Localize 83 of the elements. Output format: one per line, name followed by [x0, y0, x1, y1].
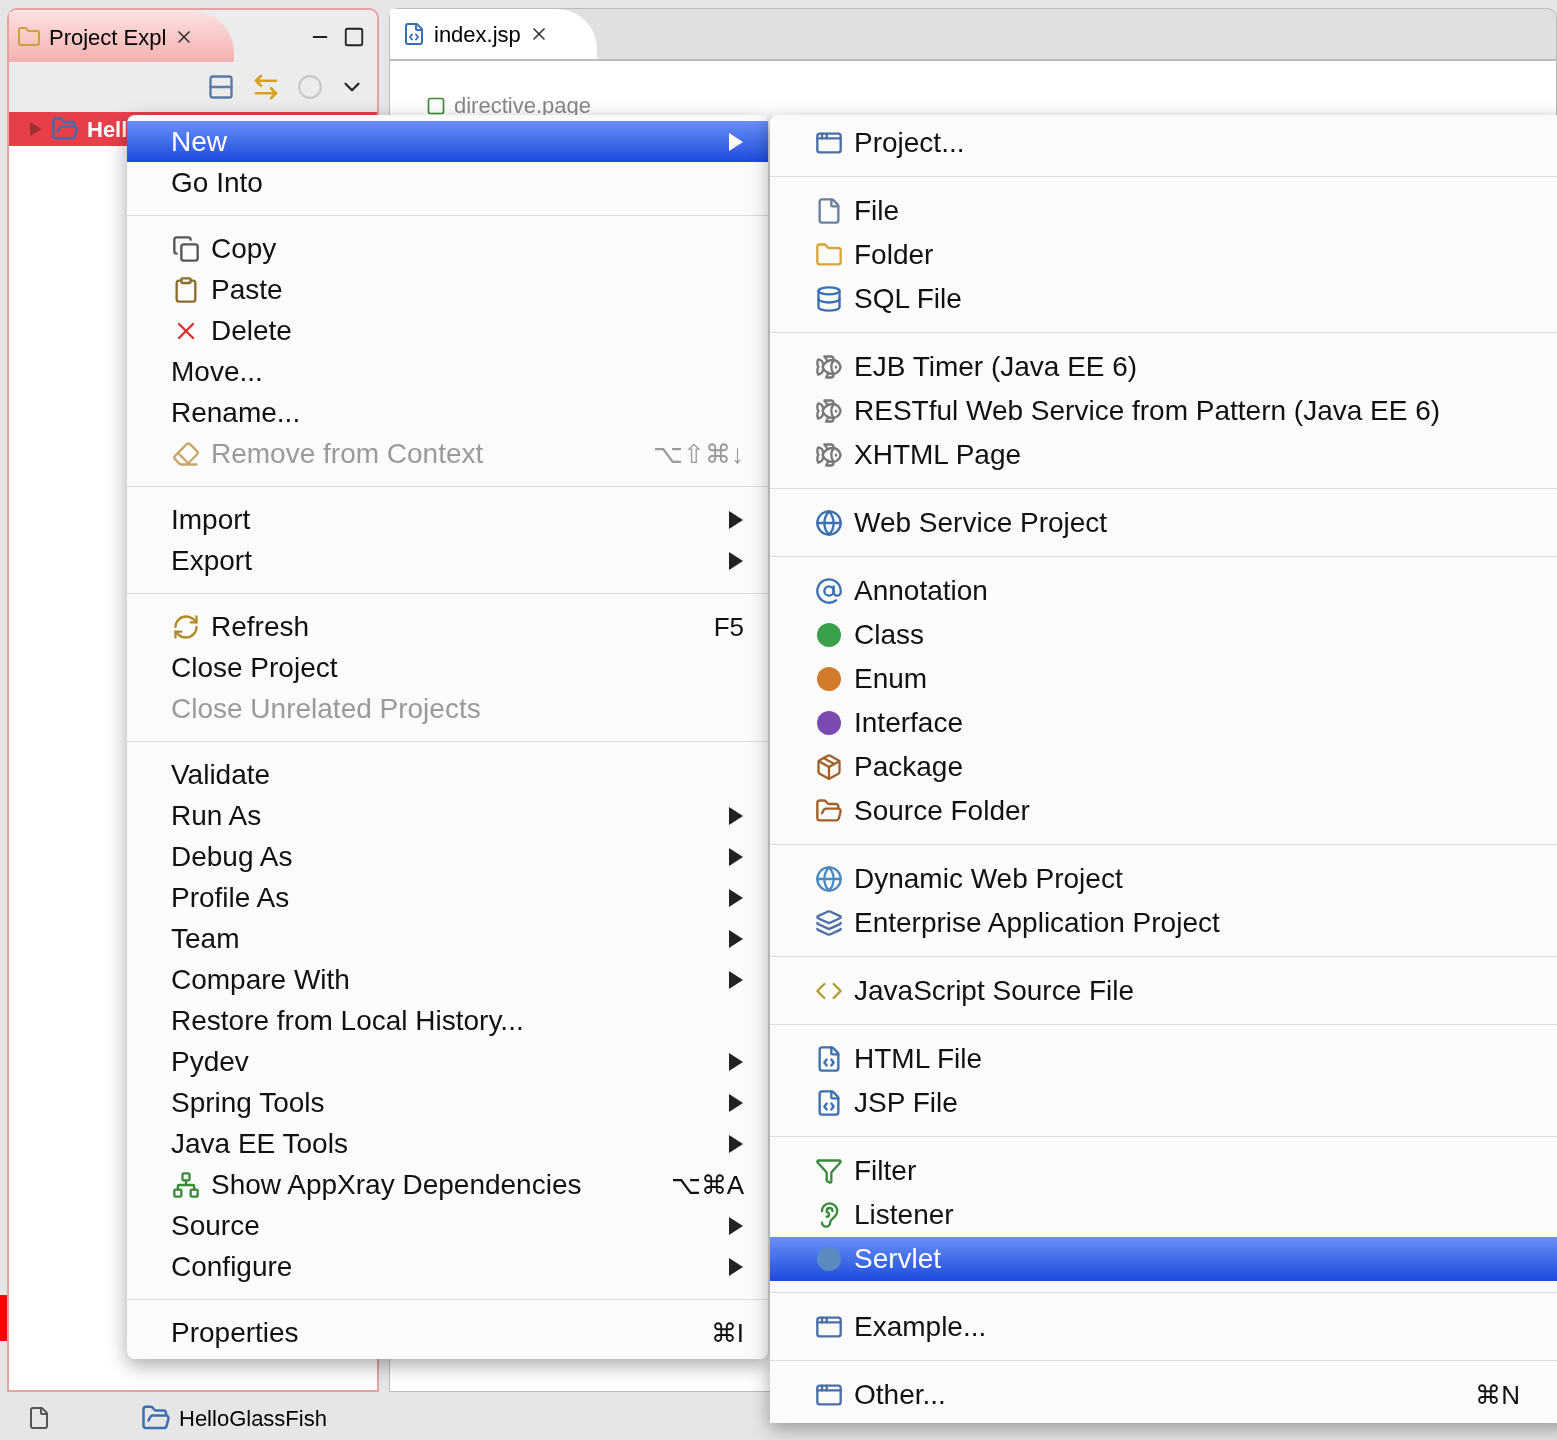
menu-item[interactable]: Listener: [770, 1193, 1557, 1237]
menu-item[interactable]: Rename...: [127, 392, 768, 433]
globe-icon: [815, 509, 843, 537]
menu-item[interactable]: Other... ⌘N: [770, 1373, 1557, 1417]
menu-item[interactable]: Example...: [770, 1305, 1557, 1349]
menu-item[interactable]: Debug As: [127, 836, 768, 877]
node-icon: [426, 95, 446, 116]
circle-icon: [814, 620, 844, 650]
menu-item[interactable]: Go Into: [127, 162, 768, 203]
menu-item[interactable]: Properties ⌘I: [127, 1312, 768, 1353]
globe-icon: [815, 865, 843, 893]
layers-icon: [815, 909, 843, 937]
view-tab[interactable]: Project Expl: [9, 12, 235, 62]
menu-item[interactable]: Move...: [127, 351, 768, 392]
menu-item[interactable]: Web Service Project: [770, 501, 1557, 545]
menu-item[interactable]: Pydev: [127, 1041, 768, 1082]
fish-icon: [815, 353, 843, 381]
menu-item[interactable]: Import: [127, 499, 768, 540]
menu-item[interactable]: Profile As: [127, 877, 768, 918]
menu-item[interactable]: SQL File: [770, 277, 1557, 321]
at-sign-icon: [815, 577, 843, 605]
menu-item[interactable]: File: [770, 189, 1557, 233]
shortcut-text: ⌥⌘A: [670, 1171, 744, 1198]
menu-item[interactable]: Java EE Tools: [127, 1123, 768, 1164]
circle-icon: [814, 708, 844, 738]
maximize-icon[interactable]: [343, 26, 365, 48]
menu-item[interactable]: Folder: [770, 233, 1557, 277]
menu-item[interactable]: XHTML Page: [770, 433, 1557, 477]
package-icon: [815, 753, 843, 781]
selection-edge: [0, 1295, 7, 1341]
database-icon: [815, 285, 843, 313]
eraser-icon: [172, 439, 200, 468]
file-icon: [27, 1406, 51, 1430]
menu-item[interactable]: Source Folder: [770, 789, 1557, 833]
file-icon: [402, 22, 426, 46]
menu-item[interactable]: New: [127, 121, 768, 162]
collapse-icon[interactable]: [207, 73, 235, 101]
menu-item[interactable]: RESTful Web Service from Pattern (Java EE 6): [770, 389, 1557, 433]
menu-item[interactable]: Project...: [770, 121, 1557, 165]
menu-item[interactable]: Servlet: [770, 1237, 1557, 1281]
menu-item[interactable]: Export: [127, 540, 768, 581]
shortcut-text: ⌘I: [710, 1319, 744, 1346]
outline-text: directive.page: [454, 92, 591, 120]
refresh-icon: [172, 612, 200, 641]
menu-item[interactable]: HTML File: [770, 1037, 1557, 1081]
circle-icon: [814, 664, 844, 694]
status-text: HelloGlassFish: [179, 1404, 327, 1433]
shortcut-text: ⌘N: [1475, 1382, 1520, 1408]
menu-item[interactable]: Configure: [127, 1246, 768, 1287]
menu-item[interactable]: Compare With: [127, 959, 768, 1000]
editor-tab[interactable]: index.jsp: [390, 9, 597, 59]
menu-item[interactable]: Filter: [770, 1149, 1557, 1193]
shortcut-text: F5: [713, 613, 744, 640]
menu-item[interactable]: Copy: [127, 228, 768, 269]
menu-item[interactable]: Interface: [770, 701, 1557, 745]
menu-item[interactable]: Source: [127, 1205, 768, 1246]
menu-item[interactable]: Dynamic Web Project: [770, 857, 1557, 901]
menu-item[interactable]: Package: [770, 745, 1557, 789]
copy-icon: [172, 234, 200, 263]
menu-item[interactable]: JSP File: [770, 1081, 1557, 1125]
menu-item[interactable]: Spring Tools: [127, 1082, 768, 1123]
menu-item[interactable]: Class: [770, 613, 1557, 657]
menu-item[interactable]: Team: [127, 918, 768, 959]
menu-item[interactable]: Enum: [770, 657, 1557, 701]
menu-item[interactable]: EJB Timer (Java EE 6): [770, 345, 1557, 389]
menu-item[interactable]: Show AppXray Dependencies ⌥⌘A: [127, 1164, 768, 1205]
circle-icon: [814, 1244, 844, 1274]
menu-item[interactable]: Validate: [127, 754, 768, 795]
menu-item[interactable]: Close Project: [127, 647, 768, 688]
menu-item[interactable]: Delete: [127, 310, 768, 351]
menu-item[interactable]: Refresh F5: [127, 606, 768, 647]
folder-icon: [815, 241, 843, 269]
menu-item[interactable]: Paste: [127, 269, 768, 310]
fish-icon: [815, 441, 843, 469]
fish-icon: [815, 397, 843, 425]
menu-item[interactable]: Run As: [127, 795, 768, 836]
folder-icon: [17, 25, 41, 49]
menu-item[interactable]: JavaScript Source File: [770, 969, 1557, 1013]
menu-item[interactable]: Annotation: [770, 569, 1557, 613]
network-icon: [172, 1170, 200, 1199]
menu-item[interactable]: Enterprise Application Project: [770, 901, 1557, 945]
shortcut-text: ⌥⇧⌘↓: [653, 440, 744, 467]
menu-item[interactable]: Restore from Local History...: [127, 1000, 768, 1041]
